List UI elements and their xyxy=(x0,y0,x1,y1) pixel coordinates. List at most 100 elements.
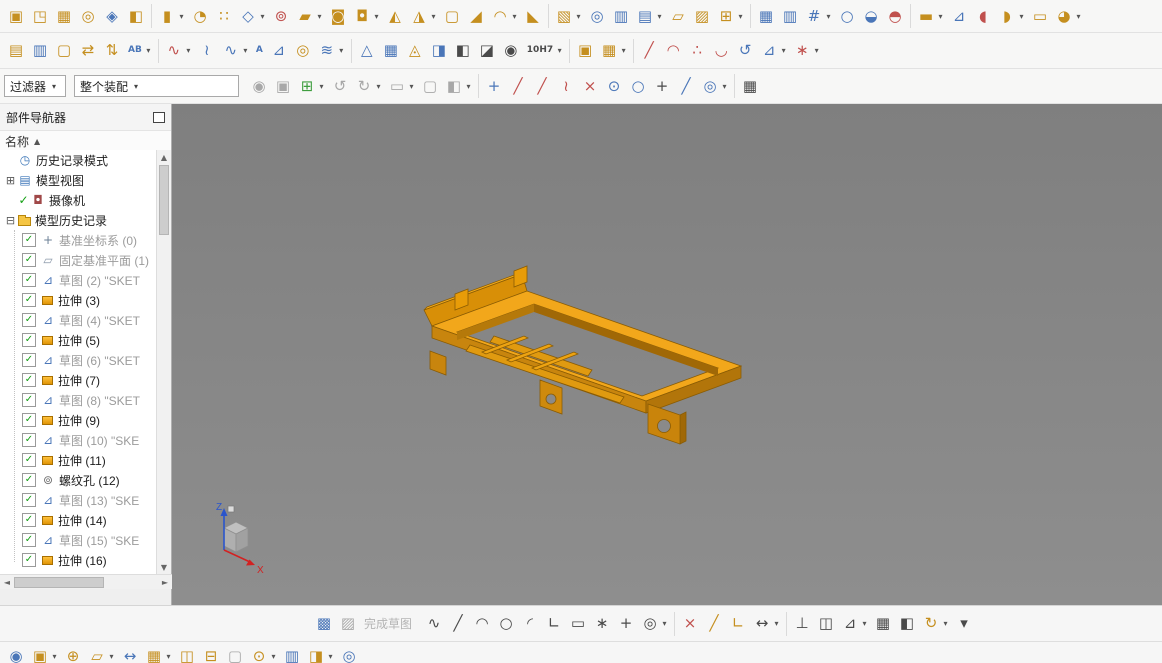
measure-icon[interactable]: AB ▾ xyxy=(124,38,155,64)
dropdown-caret-icon[interactable]: ▾ xyxy=(464,82,473,91)
dropdown-caret-icon[interactable]: ▾ xyxy=(407,82,416,91)
dropdown-caret-icon[interactable]: ▾ xyxy=(736,12,745,21)
pmi-icon[interactable]: ◬ xyxy=(403,38,427,64)
dropdown-caret-icon[interactable]: ▾ xyxy=(258,12,267,21)
curve-mesh-icon[interactable]: ▦ xyxy=(754,3,778,29)
cavity-layout-icon[interactable]: ◈ xyxy=(100,3,124,29)
checkbox-checked-icon[interactable]: ✓ xyxy=(22,393,36,407)
dropdown-caret-icon[interactable]: ▾ xyxy=(510,12,519,21)
revolve-icon[interactable]: ◔ xyxy=(188,3,212,29)
sketch-curve-icon[interactable]: ⊿ xyxy=(947,3,971,29)
snap-arc-center-icon[interactable]: ⊙ xyxy=(602,73,626,99)
view-layers-icon[interactable]: ▤ xyxy=(4,38,28,64)
assembly-constraints-icon[interactable]: ⊙ ▾ xyxy=(247,642,280,663)
checkbox-checked-icon[interactable]: ✓ xyxy=(22,373,36,387)
dropdown-caret-icon[interactable]: ▾ xyxy=(326,652,335,661)
thicken-icon[interactable]: ▨ xyxy=(690,3,714,29)
dropdown-caret-icon[interactable]: ▾ xyxy=(429,12,438,21)
tree-item-model-history[interactable]: ⊟ 模型历史记录 xyxy=(0,210,157,230)
dropdown-caret-icon[interactable]: ▾ xyxy=(184,46,193,55)
dropdown-caret-icon[interactable]: ▾ xyxy=(317,82,326,91)
dropdown-caret-icon[interactable]: ▾ xyxy=(144,46,153,55)
tree-item[interactable]: ✓ ⊚ 螺纹孔 (12) xyxy=(0,470,157,490)
finish-flag-icon[interactable]: ▨ xyxy=(336,611,360,637)
pattern-curve-icon[interactable]: ▦ xyxy=(871,611,895,637)
horizontal-scrollbar-thumb[interactable] xyxy=(14,576,104,588)
checkbox-checked-icon[interactable]: ✓ xyxy=(22,273,36,287)
tree-item[interactable]: ✓ 拉伸 (7) xyxy=(0,370,157,390)
sketch-arc-icon[interactable]: ◠ xyxy=(470,611,494,637)
layer-settings-icon[interactable]: ▥ xyxy=(28,38,52,64)
rectangle-select-icon[interactable]: ▭ ▾ xyxy=(385,73,418,99)
curve-analysis-icon[interactable]: ∗ ▾ xyxy=(790,38,823,64)
sketch-circle-icon[interactable]: ○ xyxy=(494,611,518,637)
show-hide-icon[interactable]: ◉ xyxy=(247,73,271,99)
checkbox-checked-icon[interactable]: ✓ xyxy=(22,433,36,447)
dimension-icon[interactable]: ↔ ▾ xyxy=(750,611,783,637)
dropdown-caret-icon[interactable]: ▾ xyxy=(779,46,788,55)
checkbox-checked-icon[interactable]: ✓ xyxy=(22,233,36,247)
shell-icon[interactable]: ▢ xyxy=(440,3,464,29)
text-icon[interactable]: A xyxy=(252,38,267,64)
snap-enable-icon[interactable]: + xyxy=(482,73,506,99)
offset-curve-icon[interactable]: ◎ ▾ xyxy=(638,611,671,637)
orientation-triad[interactable]: Z X xyxy=(216,502,264,576)
show-constraints-icon[interactable]: ↻ ▾ xyxy=(919,611,952,637)
torus-icon[interactable]: ◎ xyxy=(291,38,315,64)
fillet-icon[interactable]: ◜ xyxy=(518,611,542,637)
conic-icon[interactable]: ◡ xyxy=(709,38,733,64)
tree-item-cameras[interactable]: ✓ ◘ 摄像机 xyxy=(0,190,157,210)
sort-ascending-icon[interactable]: ▲ xyxy=(34,137,40,146)
undo-icon[interactable]: ↺ xyxy=(328,73,352,99)
bounded-plane-icon[interactable]: ▱ xyxy=(666,3,690,29)
curve-icon[interactable]: ≀ xyxy=(195,38,219,64)
pattern-feature-icon[interactable]: ∷ xyxy=(212,3,236,29)
dropdown-caret-icon[interactable]: ▾ xyxy=(177,12,186,21)
surface-grid-icon[interactable]: # ▾ xyxy=(802,3,835,29)
vertical-scrollbar-thumb[interactable] xyxy=(159,165,169,235)
scroll-up-icon[interactable]: ▲ xyxy=(157,150,171,164)
add-component-icon[interactable]: ⊕ xyxy=(61,642,85,663)
datum-triangle-icon[interactable]: △ xyxy=(355,38,379,64)
scroll-left-icon[interactable]: ◄ xyxy=(0,578,14,587)
tree-item-history-mode[interactable]: ◷ 历史记录模式 xyxy=(0,150,157,170)
dropdown-caret-icon[interactable]: ▾ xyxy=(772,619,781,628)
scope-filter-combobox[interactable]: 整个装配 ▾ xyxy=(74,75,239,97)
mirror-assembly-icon[interactable]: ◫ xyxy=(175,642,199,663)
checkbox-checked-icon[interactable]: ✓ xyxy=(22,293,36,307)
init-project-icon[interactable]: ▣ xyxy=(4,3,28,29)
helix-icon[interactable]: ∿ ▾ xyxy=(219,38,252,64)
dropdown-caret-icon[interactable]: ▾ xyxy=(269,652,278,661)
display-style-icon[interactable]: ◪ xyxy=(475,38,499,64)
name-column-header[interactable]: 名称 ▲ xyxy=(0,130,171,152)
checkbox-checked-icon[interactable]: ✓ xyxy=(22,473,36,487)
arrangements-icon[interactable]: ▢ xyxy=(223,642,247,663)
freeform-more-icon[interactable]: ◕ ▾ xyxy=(1052,3,1085,29)
tree-item[interactable]: ✓ 拉伸 (16) xyxy=(0,550,157,570)
sheet-icon[interactable]: ▢ xyxy=(52,38,76,64)
sketch-overflow-icon[interactable]: ▾ xyxy=(952,611,976,637)
dropdown-caret-icon[interactable]: ▾ xyxy=(1074,12,1083,21)
dropdown-caret-icon[interactable]: ▾ xyxy=(1017,12,1026,21)
pad-group-icon[interactable]: ▬ ▾ xyxy=(914,3,947,29)
workpiece-icon[interactable]: ◎ xyxy=(76,3,100,29)
add-assembly-icon[interactable]: ▣ xyxy=(573,38,597,64)
checkbox-checked-icon[interactable]: ✓ xyxy=(22,353,36,367)
snap-quadrant-icon[interactable]: ○ xyxy=(626,73,650,99)
dropdown-caret-icon[interactable]: ▾ xyxy=(941,619,950,628)
line-icon[interactable]: ╱ xyxy=(637,38,661,64)
wave-curve-icon[interactable]: ≋ ▾ xyxy=(315,38,348,64)
dropdown-caret-icon[interactable]: ▾ xyxy=(374,82,383,91)
tree-item-model-views[interactable]: ⊞ ▤ 模型视图 xyxy=(0,170,157,190)
pattern-component-icon[interactable]: ▦ ▾ xyxy=(142,642,175,663)
new-component-icon[interactable]: ▱ ▾ xyxy=(85,642,118,663)
dropdown-caret-icon[interactable]: ▾ xyxy=(241,46,250,55)
sequence-icon[interactable]: ◨ ▾ xyxy=(304,642,337,663)
shrinkage-icon[interactable]: ▦ xyxy=(52,3,76,29)
quick-trim-icon[interactable]: × xyxy=(678,611,702,637)
scroll-down-icon[interactable]: ▼ xyxy=(157,560,171,574)
sketch-line-icon[interactable]: ╱ xyxy=(446,611,470,637)
explode-view-icon[interactable]: ◉ xyxy=(4,642,28,663)
offset-surface-icon[interactable]: ◗ ▾ xyxy=(995,3,1028,29)
view-boundary-icon[interactable]: ◨ xyxy=(427,38,451,64)
